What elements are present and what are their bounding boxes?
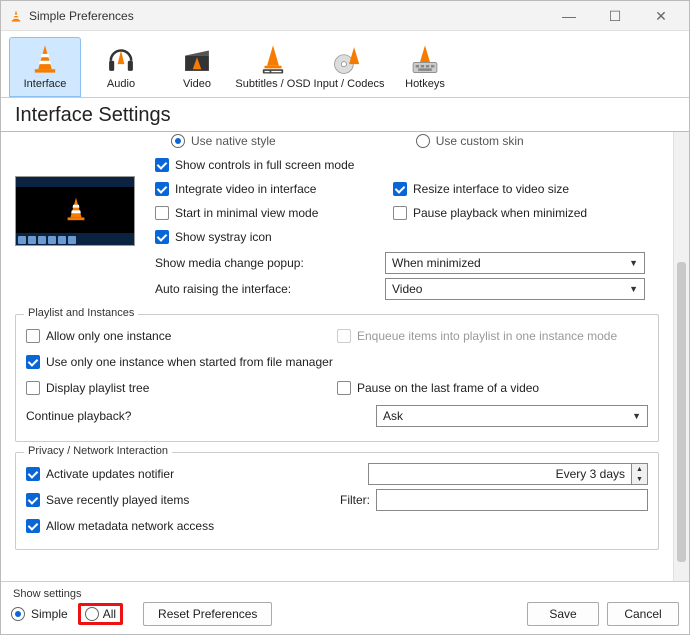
tab-label: Audio xyxy=(107,78,135,90)
keyboard-cone-icon xyxy=(405,42,445,76)
chk-metadata-access[interactable]: Allow metadata network access xyxy=(26,515,214,537)
spin-up-icon[interactable]: ▲ xyxy=(632,464,647,474)
chk-one-instance[interactable]: Allow only one instance xyxy=(26,325,171,347)
skin-style-row: Use native style Use custom skin xyxy=(171,132,659,148)
group-title: Privacy / Network Interaction xyxy=(24,445,172,457)
chk-updates-notifier[interactable]: Activate updates notifier xyxy=(26,463,174,485)
clapper-cone-icon xyxy=(177,42,217,76)
window-title: Simple Preferences xyxy=(29,9,555,23)
chevron-down-icon: ▼ xyxy=(632,411,641,421)
continue-label: Continue playback? xyxy=(26,409,376,423)
auto-raise-label: Auto raising the interface: xyxy=(155,282,385,296)
media-popup-select[interactable]: When minimized ▼ xyxy=(385,252,645,274)
tab-video[interactable]: Video xyxy=(161,37,233,97)
interface-preview xyxy=(15,176,135,246)
spinner-value: Every 3 days xyxy=(369,467,631,481)
tab-label: Subtitles / OSD xyxy=(235,78,310,90)
chk-one-from-fm[interactable]: Use only one instance when started from … xyxy=(26,351,333,373)
radio-label-all: All xyxy=(103,607,116,621)
window-controls: — ☐ ✕ xyxy=(555,1,681,31)
select-value: When minimized xyxy=(392,256,481,270)
show-settings-label: Show settings xyxy=(11,588,527,600)
cone-icon xyxy=(25,42,65,76)
radio-label: Use custom skin xyxy=(436,134,524,148)
group-title: Playlist and Instances xyxy=(24,307,138,319)
tab-label: Input / Codecs xyxy=(314,78,385,90)
titlebar: Simple Preferences — ☐ ✕ xyxy=(1,1,689,31)
group-playlist-instances: Playlist and Instances Allow only one in… xyxy=(15,314,659,442)
reset-preferences-button[interactable]: Reset Preferences xyxy=(143,602,272,626)
chk-pause-minimized[interactable]: Pause playback when minimized xyxy=(393,202,587,224)
filter-input[interactable] xyxy=(376,489,648,511)
tab-label: Hotkeys xyxy=(405,78,445,90)
chk-resize-to-video[interactable]: Resize interface to video size xyxy=(393,178,569,200)
tab-interface[interactable]: Interface xyxy=(9,37,81,97)
radio-custom-skin[interactable]: Use custom skin xyxy=(416,134,524,148)
preferences-window: Simple Preferences — ☐ ✕ Interface Audio… xyxy=(0,0,690,635)
chk-save-recent[interactable]: Save recently played items xyxy=(26,489,189,511)
cancel-button[interactable]: Cancel xyxy=(607,602,679,626)
chk-integrate-video[interactable]: Integrate video in interface xyxy=(155,178,316,200)
tab-subtitles[interactable]: Subtitles / OSD xyxy=(237,37,309,97)
chevron-down-icon: ▼ xyxy=(629,284,638,294)
spin-down-icon[interactable]: ▼ xyxy=(632,474,647,484)
chk-systray[interactable]: Show systray icon xyxy=(155,226,272,248)
disc-cone-icon xyxy=(329,42,369,76)
radio-all[interactable] xyxy=(85,607,99,621)
content: Use native style Use custom skin xyxy=(1,132,673,581)
headphones-cone-icon xyxy=(101,42,141,76)
filter-label: Filter: xyxy=(326,493,376,507)
minimize-button[interactable]: — xyxy=(555,1,583,31)
select-value: Ask xyxy=(383,409,403,423)
highlight-all-radio: All xyxy=(78,603,123,625)
app-cone-icon xyxy=(9,9,23,23)
close-button[interactable]: ✕ xyxy=(647,1,675,31)
scrollbar[interactable] xyxy=(673,132,689,581)
main-area: Use native style Use custom skin xyxy=(1,132,689,581)
tab-hotkeys[interactable]: Hotkeys xyxy=(389,37,461,97)
select-value: Video xyxy=(392,282,422,296)
subtitles-cone-icon xyxy=(253,42,293,76)
group-privacy-network: Privacy / Network Interaction Activate u… xyxy=(15,452,659,550)
radio-simple[interactable] xyxy=(11,607,25,621)
radio-native-style[interactable]: Use native style xyxy=(171,134,276,148)
chk-minimal-view[interactable]: Start in minimal view mode xyxy=(155,202,318,224)
radio-label: Use native style xyxy=(191,134,276,148)
tab-strip: Interface Audio Video Subtitles / OSD In… xyxy=(1,31,689,98)
tab-label: Video xyxy=(183,78,211,90)
tab-label: Interface xyxy=(24,78,67,90)
page-title: Interface Settings xyxy=(1,98,689,132)
tab-audio[interactable]: Audio xyxy=(85,37,157,97)
media-popup-label: Show media change popup: xyxy=(155,256,385,270)
radio-label-simple: Simple xyxy=(31,607,68,621)
bottom-bar: Show settings Simple All Reset Preferenc… xyxy=(1,581,689,634)
auto-raise-select[interactable]: Video ▼ xyxy=(385,278,645,300)
chk-enqueue: Enqueue items into playlist in one insta… xyxy=(337,325,617,347)
updates-interval-spinner[interactable]: Every 3 days ▲▼ xyxy=(368,463,648,485)
show-settings-group: Show settings Simple All Reset Preferenc… xyxy=(11,588,527,626)
chk-playlist-tree[interactable]: Display playlist tree xyxy=(26,377,149,399)
tab-input-codecs[interactable]: Input / Codecs xyxy=(313,37,385,97)
chevron-down-icon: ▼ xyxy=(629,258,638,268)
chk-fullscreen-controls[interactable]: Show controls in full screen mode xyxy=(155,154,354,176)
maximize-button[interactable]: ☐ xyxy=(601,1,629,31)
chk-pause-last-frame[interactable]: Pause on the last frame of a video xyxy=(337,377,539,399)
continue-select[interactable]: Ask ▼ xyxy=(376,405,648,427)
save-button[interactable]: Save xyxy=(527,602,599,626)
